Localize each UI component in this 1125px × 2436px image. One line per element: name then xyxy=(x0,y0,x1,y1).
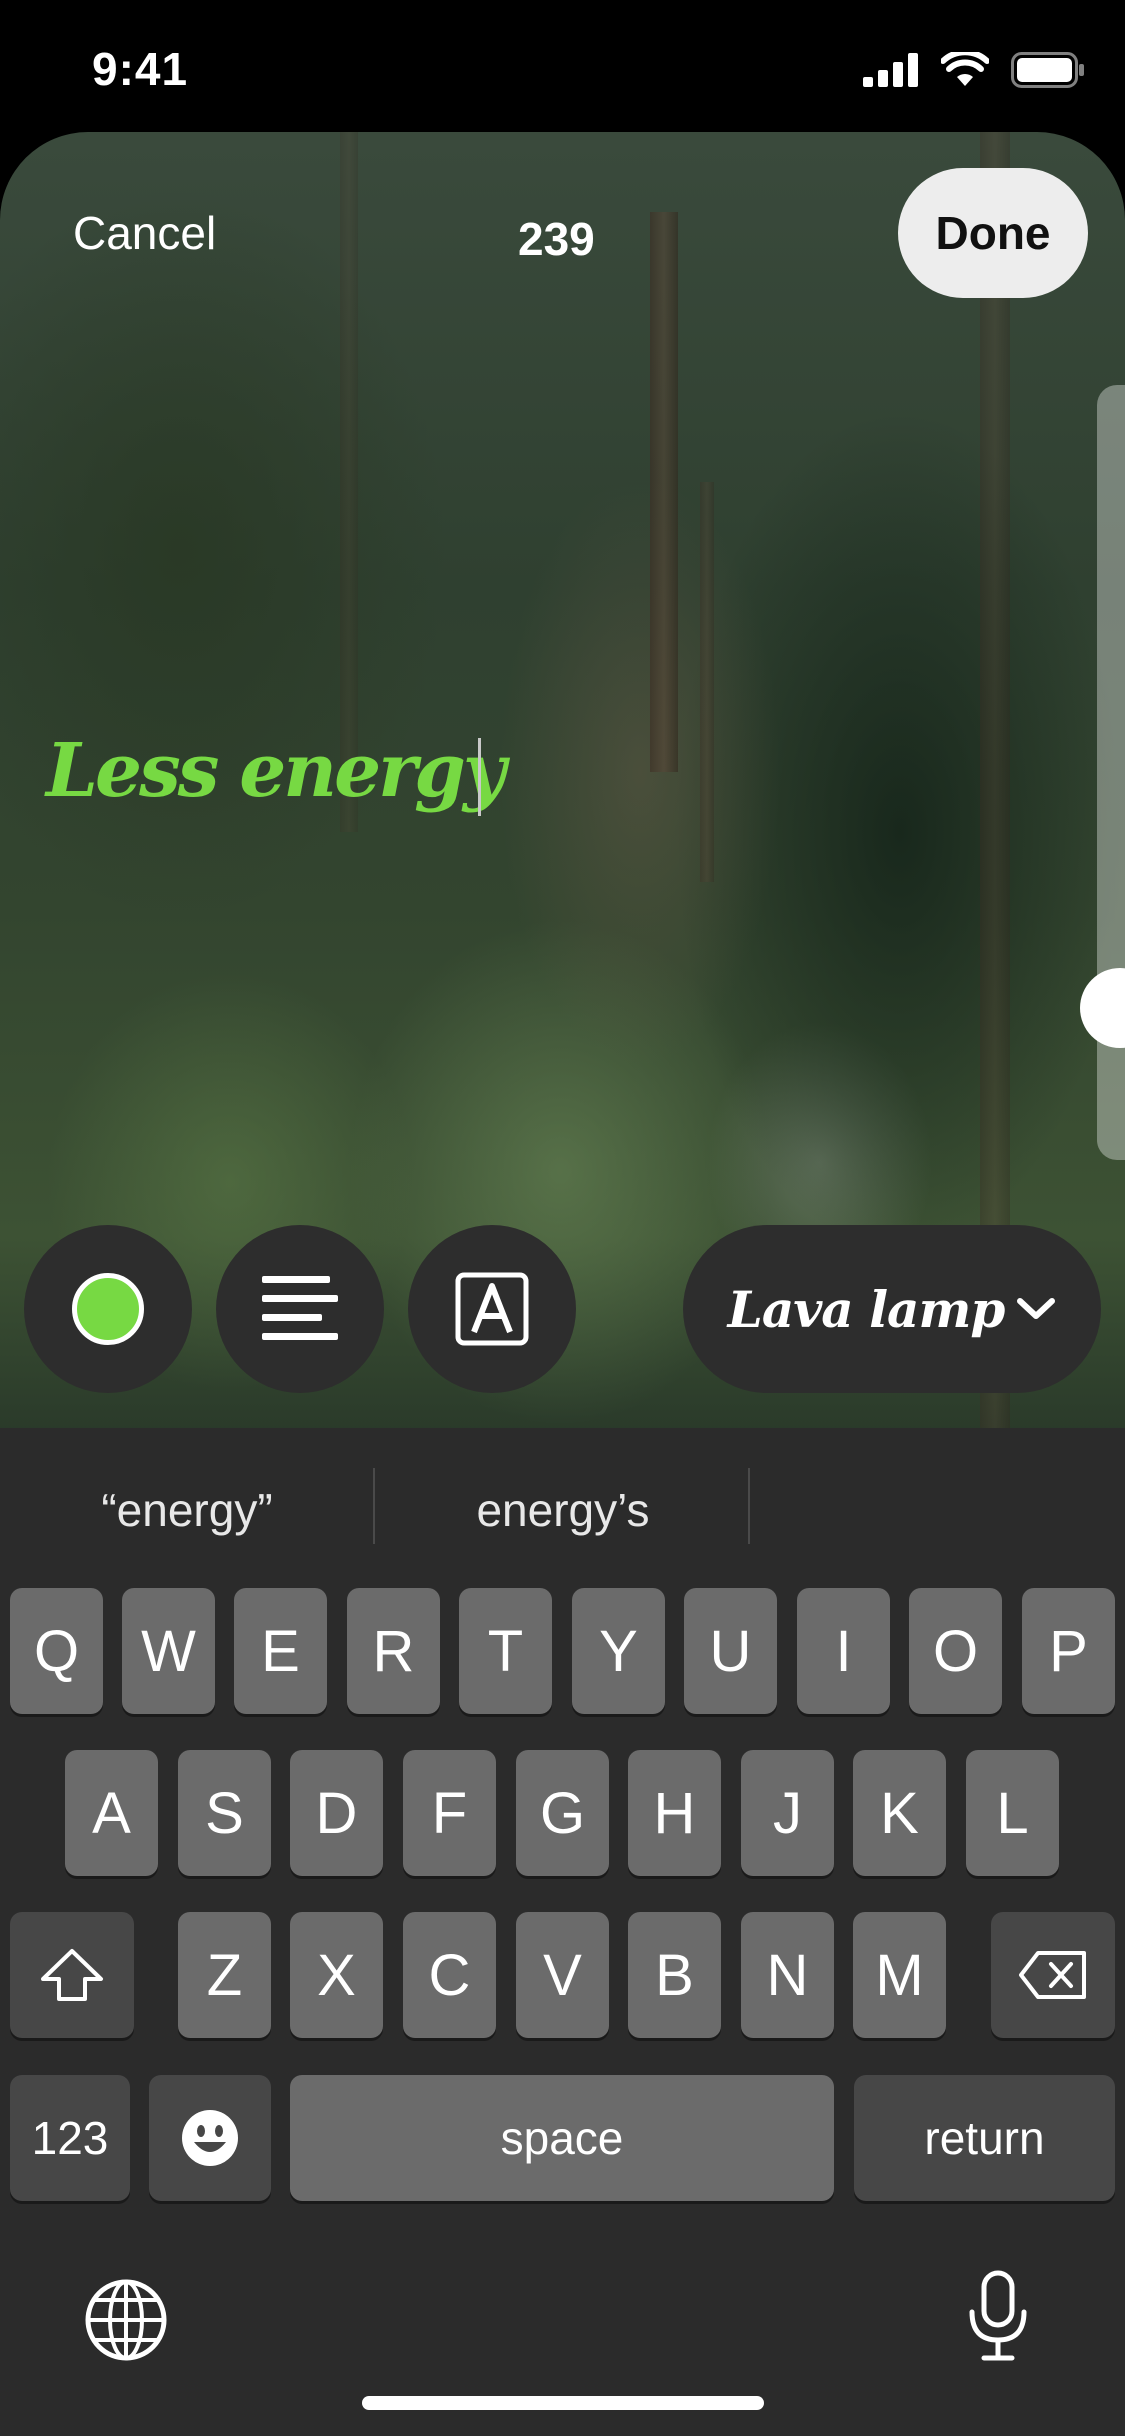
key-u[interactable]: U xyxy=(684,1588,777,1714)
key-b[interactable]: B xyxy=(628,1912,721,2038)
status-time: 9:41 xyxy=(92,43,189,95)
delete-key[interactable] xyxy=(991,1912,1115,2038)
alignment-button[interactable] xyxy=(216,1225,384,1393)
text-cursor xyxy=(478,738,481,816)
wifi-icon xyxy=(941,52,989,86)
color-swatch xyxy=(72,1273,144,1345)
numbers-key[interactable]: 123 xyxy=(10,2075,130,2201)
suggestion-bar: “energy” energy’s xyxy=(0,1428,1125,1583)
key-c[interactable]: C xyxy=(403,1912,496,2038)
status-bar: 9:41 xyxy=(0,0,1125,135)
key-h[interactable]: H xyxy=(628,1750,721,1876)
key-v[interactable]: V xyxy=(516,1912,609,2038)
key-o[interactable]: O xyxy=(909,1588,1002,1714)
cancel-button[interactable]: Cancel xyxy=(73,206,216,260)
home-indicator[interactable] xyxy=(362,2396,764,2410)
color-picker-button[interactable] xyxy=(24,1225,192,1393)
suggestion-1[interactable]: “energy” xyxy=(2,1483,372,1537)
chevron-down-icon xyxy=(1017,1298,1056,1319)
emoji-icon xyxy=(182,2110,238,2166)
key-t[interactable]: T xyxy=(459,1588,552,1714)
key-s[interactable]: S xyxy=(178,1750,271,1876)
key-q[interactable]: Q xyxy=(10,1588,103,1714)
shift-icon xyxy=(41,1949,103,2001)
text-style-button[interactable] xyxy=(408,1225,576,1393)
text-entry[interactable]: Less energy xyxy=(46,728,506,814)
globe-button[interactable] xyxy=(84,2278,168,2367)
key-w[interactable]: W xyxy=(122,1588,215,1714)
key-g[interactable]: G xyxy=(516,1750,609,1876)
delete-icon xyxy=(1019,1951,1086,1999)
space-key[interactable]: space xyxy=(290,2075,834,2201)
text-background-icon xyxy=(455,1272,529,1346)
suggestion-2[interactable]: energy’s xyxy=(378,1483,748,1537)
microphone-icon xyxy=(969,2270,1027,2361)
key-k[interactable]: K xyxy=(853,1750,946,1876)
key-m[interactable]: M xyxy=(853,1912,946,2038)
dictation-button[interactable] xyxy=(968,2270,1028,2367)
key-a[interactable]: A xyxy=(65,1750,158,1876)
font-name: Lava lamp xyxy=(727,1279,1006,1339)
key-j[interactable]: J xyxy=(741,1750,834,1876)
key-d[interactable]: D xyxy=(290,1750,383,1876)
emoji-key[interactable] xyxy=(149,2075,271,2201)
key-l[interactable]: L xyxy=(966,1750,1059,1876)
key-y[interactable]: Y xyxy=(572,1588,665,1714)
align-left-icon xyxy=(262,1276,338,1340)
done-button[interactable]: Done xyxy=(898,168,1088,298)
character-count: 239 xyxy=(518,213,595,265)
battery-icon xyxy=(1011,52,1084,88)
shift-key[interactable] xyxy=(10,1912,134,2038)
key-i[interactable]: I xyxy=(797,1588,890,1714)
keyboard: “energy” energy’s Q W E R T Y U I O P A … xyxy=(0,1428,1125,2436)
return-key[interactable]: return xyxy=(854,2075,1115,2201)
status-icons xyxy=(863,52,1085,88)
key-x[interactable]: X xyxy=(290,1912,383,2038)
key-r[interactable]: R xyxy=(347,1588,440,1714)
cellular-signal-icon xyxy=(863,53,918,87)
key-f[interactable]: F xyxy=(403,1750,496,1876)
key-p[interactable]: P xyxy=(1022,1588,1115,1714)
font-selector[interactable]: Lava lamp xyxy=(683,1225,1101,1393)
key-e[interactable]: E xyxy=(234,1588,327,1714)
key-n[interactable]: N xyxy=(741,1912,834,2038)
globe-icon xyxy=(85,2279,167,2361)
key-z[interactable]: Z xyxy=(178,1912,271,2038)
